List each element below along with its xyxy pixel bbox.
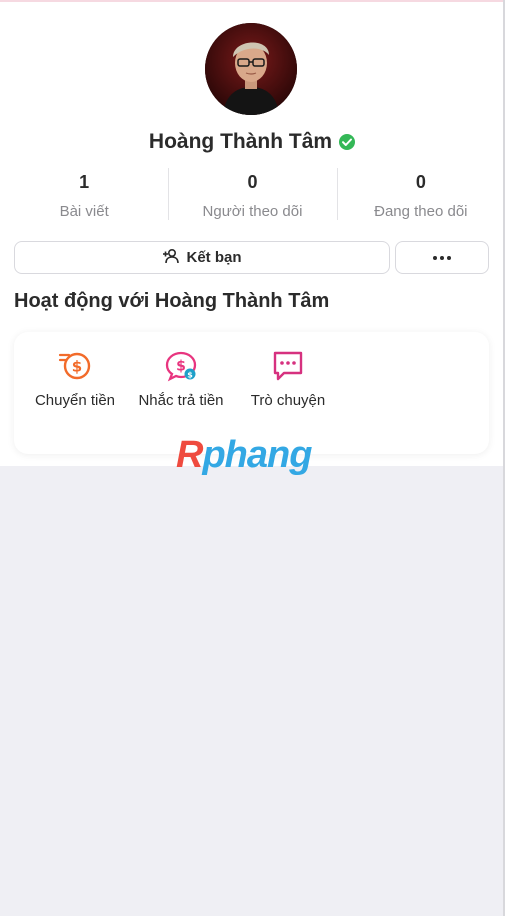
stat-following[interactable]: 0 Đang theo dõi <box>336 162 505 224</box>
money-transfer-action[interactable]: $ Chuyển tiền <box>21 350 129 411</box>
profile-name: Hoàng Thành Tâm <box>148 130 333 153</box>
stat-value: 1 <box>79 172 90 192</box>
svg-text:$: $ <box>187 371 193 380</box>
stat-value: 0 <box>247 172 258 192</box>
add-friend-icon <box>162 248 180 268</box>
payment-reminder-label: Nhắc trả tiền <box>138 392 224 409</box>
stat-followers[interactable]: 0 Người theo dõi <box>168 162 336 224</box>
add-friend-button[interactable]: Kết bạn <box>14 241 390 274</box>
svg-text:$: $ <box>176 359 186 375</box>
more-icon <box>433 255 451 260</box>
money-transfer-label: Chuyển tiền <box>34 392 116 409</box>
profile-panel: Hoàng Thành Tâm 1 Bài viết 0 Người theo … <box>0 0 505 466</box>
add-friend-label: Kết bạn <box>186 249 242 266</box>
stat-label: Bài viết <box>59 203 109 220</box>
chat-icon <box>234 350 342 382</box>
chat-label: Trò chuyện <box>250 392 326 409</box>
chat-action[interactable]: Trò chuyện <box>234 350 342 411</box>
more-button[interactable] <box>395 241 489 274</box>
watermark-logo: Rphang <box>176 434 312 476</box>
avatar[interactable] <box>205 23 297 115</box>
stat-posts[interactable]: 1 Bài viết <box>0 162 168 224</box>
profile-stats: 1 Bài viết 0 Người theo dõi 0 Đang theo … <box>0 162 505 224</box>
stat-value: 0 <box>415 172 426 192</box>
activity-title: Hoạt động với Hoàng Thành Tâm <box>14 290 330 312</box>
payment-reminder-action[interactable]: $ $ Nhắc trả tiền <box>127 350 235 411</box>
svg-text:$: $ <box>72 358 82 376</box>
stat-label: Đang theo dõi <box>374 203 468 220</box>
verified-icon <box>338 133 356 151</box>
profile-name-row: Hoàng Thành Tâm <box>0 127 505 157</box>
stat-label: Người theo dõi <box>202 203 303 220</box>
payment-reminder-icon: $ $ <box>127 350 235 382</box>
money-transfer-icon: $ <box>21 350 129 382</box>
